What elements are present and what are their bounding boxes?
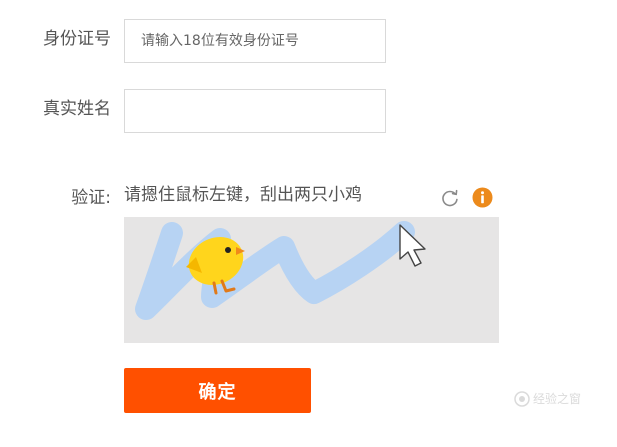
watermark-logo-icon bbox=[514, 390, 530, 407]
scratch-stroke bbox=[135, 221, 415, 320]
real-name-input[interactable] bbox=[124, 89, 386, 133]
confirm-button[interactable]: 确定 bbox=[124, 368, 311, 413]
captcha-label: 验证: bbox=[71, 188, 111, 208]
watermark: 经验之窗 bbox=[514, 390, 581, 407]
captcha-instruction: 请摁住鼠标左键，刮出两只小鸡 bbox=[124, 185, 362, 205]
watermark-text: 经验之窗 bbox=[533, 392, 582, 406]
captcha-scratch-canvas[interactable] bbox=[124, 217, 499, 343]
id-number-input[interactable] bbox=[124, 19, 386, 63]
refresh-icon[interactable] bbox=[440, 188, 460, 208]
id-number-label: 身份证号 bbox=[43, 29, 111, 49]
info-icon[interactable] bbox=[472, 187, 493, 208]
real-name-label: 真实姓名 bbox=[43, 99, 111, 119]
